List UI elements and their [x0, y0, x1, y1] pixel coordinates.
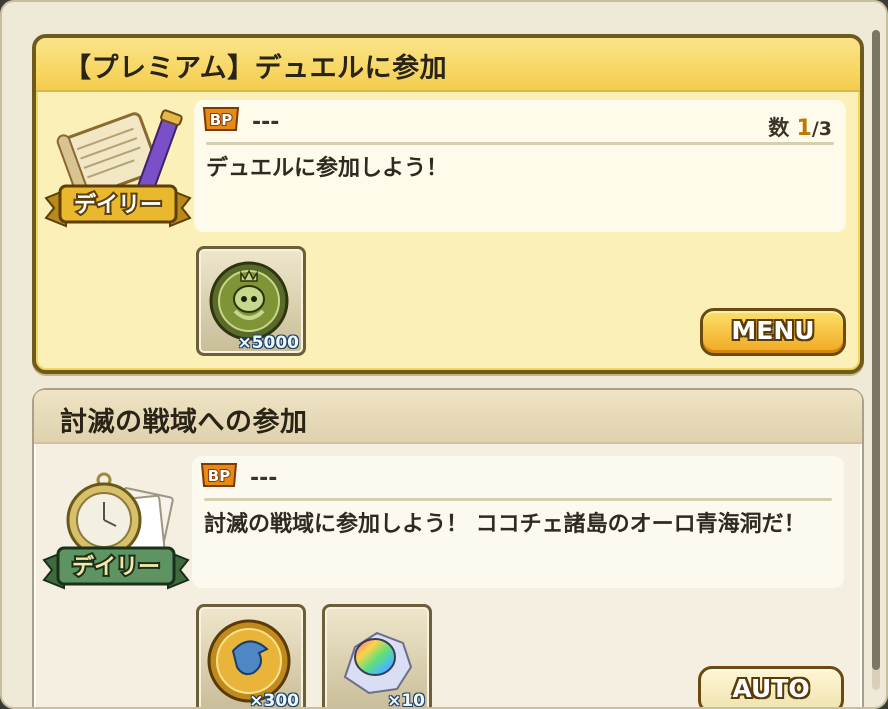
pocket-watch-icon: デイリー [42, 472, 190, 590]
menu-button[interactable]: MENU [700, 308, 846, 356]
quest-card-subjugation[interactable]: 討滅の戦域への参加 デイリー BP --- 討滅の戦域に参加しよう！ ココチェ諸… [32, 388, 864, 709]
reward-slot[interactable]: ×10 [322, 604, 432, 709]
auto-button[interactable]: AUTO [698, 666, 844, 707]
bp-value: --- [252, 110, 280, 135]
divider [204, 498, 832, 501]
daily-watch-emblem: デイリー [42, 464, 190, 594]
count-label: 数 [768, 116, 790, 140]
scroll-thumb[interactable] [872, 30, 880, 670]
quest-list-panel: 【プレミアム】デュエルに参加 デイリー BP --- 数 1/3 デュエルに参加… [0, 0, 888, 709]
reward-slot[interactable]: ×5000 [196, 246, 306, 356]
reward-quantity: ×10 [387, 691, 425, 709]
daily-badge-label: デイリー [72, 554, 160, 580]
quest-title: 【プレミアム】デュエルに参加 [64, 53, 448, 84]
quest-card-header: 【プレミアム】デュエルに参加 [36, 38, 860, 92]
daily-scroll-emblem: デイリー [44, 102, 192, 232]
quest-card-premium-duel[interactable]: 【プレミアム】デュエルに参加 デイリー BP --- 数 1/3 デュエルに参加… [32, 34, 864, 374]
quest-title: 討滅の戦域への参加 [60, 407, 308, 438]
count-total: /3 [811, 118, 832, 140]
divider [206, 142, 834, 145]
scroll-icon: デイリー [44, 109, 192, 228]
svg-text:BP: BP [208, 467, 230, 485]
reward-quantity: ×300 [249, 691, 299, 709]
quest-info-box: BP --- 数 1/3 デュエルに参加しよう！ [194, 100, 846, 232]
quest-info-box: BP --- 討滅の戦域に参加しよう！ ココチェ諸島のオーロ青海洞だ！ [192, 456, 844, 588]
scrollbar[interactable] [872, 30, 880, 690]
svg-text:BP: BP [210, 111, 232, 129]
bp-badge-icon: BP [200, 463, 238, 487]
reward-quantity: ×5000 [237, 333, 299, 353]
quest-card-header: 討滅の戦域への参加 [34, 390, 862, 444]
progress-count: 数 1/3 [768, 112, 832, 142]
count-current: 1 [796, 116, 812, 141]
quest-description: 討滅の戦域に参加しよう！ ココチェ諸島のオーロ青海洞だ！ [204, 512, 806, 537]
bp-value: --- [250, 466, 278, 491]
daily-badge-label: デイリー [74, 192, 162, 218]
reward-slot[interactable]: ×300 [196, 604, 306, 709]
quest-description: デュエルに参加しよう！ [206, 156, 449, 181]
bp-badge-icon: BP [202, 107, 240, 131]
